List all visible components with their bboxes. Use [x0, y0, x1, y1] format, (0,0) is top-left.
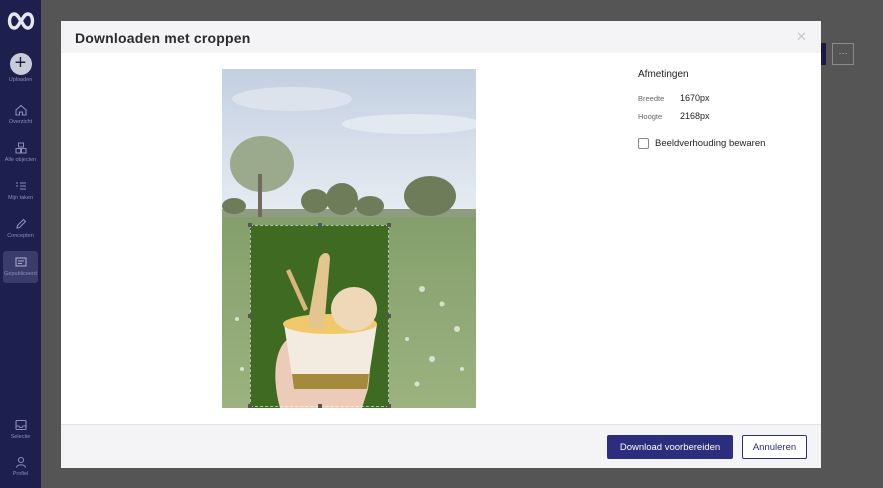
dialog-title: Downloaden met croppen: [75, 30, 251, 46]
width-value: 1670px: [680, 93, 710, 103]
keep-ratio-checkbox[interactable]: [638, 138, 649, 149]
height-row: Hoogte 2168px: [638, 106, 710, 121]
sidebar-item-label: Mijn taken: [7, 195, 34, 201]
height-value: 2168px: [680, 111, 710, 121]
dimensions-heading: Afmetingen: [638, 69, 689, 80]
sidebar-item-alle-objecten[interactable]: Alle objecten: [0, 141, 41, 163]
published-icon: [14, 257, 27, 267]
crop-handle-bottom-left[interactable]: [248, 404, 252, 408]
close-icon[interactable]: ✕: [796, 29, 807, 45]
crop-handle-top-right[interactable]: [387, 223, 391, 227]
sidebar-item-label: Profiel: [12, 471, 29, 477]
plus-icon: +: [9, 53, 32, 75]
sidebar-item-uploaden[interactable]: + Uploaden: [0, 53, 41, 84]
crop-preview-image[interactable]: [222, 69, 476, 408]
crop-handle-left[interactable]: [248, 314, 252, 318]
sidebar-item-label: Gepubliceerd: [4, 271, 37, 277]
width-label: Breedte: [638, 94, 665, 103]
dialog-footer: Download voorbereiden Annuleren: [61, 424, 821, 468]
crop-handle-top-left[interactable]: [248, 223, 252, 227]
crop-handle-bottom[interactable]: [318, 404, 322, 408]
crop-handle-top[interactable]: [318, 223, 322, 227]
dialog-header: Downloaden met croppen ✕: [61, 21, 821, 53]
height-label: Hoogte: [638, 112, 663, 121]
sidebar-item-overzicht[interactable]: Overzicht: [0, 103, 41, 125]
sidebar-item-gepubliceerd[interactable]: Gepubliceerd: [0, 255, 41, 277]
crop-handle-bottom-right[interactable]: [387, 404, 391, 408]
sidebar-item-label: Alle objecten: [4, 157, 37, 163]
sidebar-item-label: Concepten: [7, 233, 34, 239]
keep-ratio-label[interactable]: Beeldverhouding bewaren: [655, 138, 765, 149]
crop-download-dialog: Downloaden met croppen ✕ Afmetingen Bree…: [61, 21, 821, 468]
inbox-icon: [14, 419, 27, 431]
keep-ratio-option[interactable]: Beeldverhouding bewaren: [638, 138, 765, 149]
download-prepare-button[interactable]: Download voorbereiden: [607, 435, 733, 459]
pencil-icon: [15, 218, 26, 229]
sidebar: + Uploaden Overzicht Alle objecten Mijn …: [0, 0, 41, 488]
sidebar-item-mijn-taken[interactable]: Mijn taken: [0, 179, 41, 201]
tasks-icon: [15, 182, 26, 190]
user-icon: [15, 456, 26, 468]
home-icon: [14, 104, 27, 116]
sidebar-item-profiel[interactable]: Profiel: [0, 455, 41, 477]
sidebar-item-label: Uploaden: [8, 77, 33, 83]
sidebar-item-concepten[interactable]: Concepten: [0, 217, 41, 239]
crop-handle-right[interactable]: [387, 314, 391, 318]
cancel-button[interactable]: Annuleren: [742, 435, 807, 459]
dimensions-panel: Afmetingen Breedte 1670px Hoogte 2168px: [638, 69, 710, 121]
background-more-button: ···: [832, 43, 854, 65]
crop-selection-box[interactable]: [250, 225, 389, 407]
sidebar-item-label: Selectie: [10, 434, 31, 440]
sidebar-item-selectie[interactable]: Selectie: [0, 418, 41, 440]
width-row: Breedte 1670px: [638, 88, 710, 103]
objects-icon: [15, 142, 26, 154]
sidebar-item-label: Overzicht: [8, 119, 33, 125]
logo-icon[interactable]: [6, 10, 36, 32]
